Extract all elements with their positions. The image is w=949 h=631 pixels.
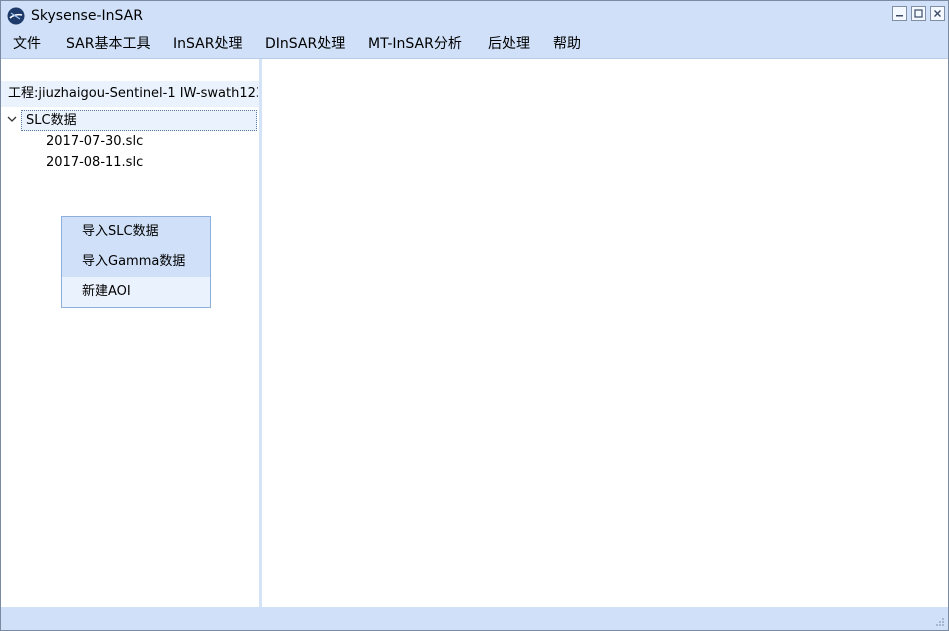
project-tree-panel: 工程:jiuzhaigou-Sentinel-1 IW-swath123 SLC…: [1, 59, 259, 607]
maximize-icon: [914, 9, 923, 18]
menu-dinsar[interactable]: DInSAR处理: [265, 35, 345, 53]
tree-item-slc-file[interactable]: 2017-07-30.slc: [46, 133, 143, 150]
main-workspace: [262, 59, 948, 607]
window-title: Skysense-InSAR: [31, 8, 143, 24]
project-label[interactable]: 工程:jiuzhaigou-Sentinel-1 IW-swath123: [8, 85, 258, 103]
app-window: Skysense-InSAR 文件 SAR基本工具 InSAR处理 DInSAR…: [0, 0, 949, 631]
menu-insar[interactable]: InSAR处理: [173, 35, 242, 53]
menu-bar: 文件 SAR基本工具 InSAR处理 DInSAR处理 MT-InSAR分析 后…: [1, 29, 948, 59]
menu-sar-tools[interactable]: SAR基本工具: [66, 35, 150, 53]
tree-node-label: SLC数据: [26, 113, 77, 128]
minimize-button[interactable]: [892, 6, 907, 21]
menu-postprocess[interactable]: 后处理: [488, 35, 530, 53]
chevron-down-icon[interactable]: [7, 114, 17, 124]
menu-item-label: 新建AOI: [82, 284, 131, 299]
tree-item-slc-file[interactable]: 2017-08-11.slc: [46, 154, 143, 171]
maximize-button[interactable]: [911, 6, 926, 21]
close-button[interactable]: [930, 6, 945, 21]
menu-mt-insar[interactable]: MT-InSAR分析: [368, 35, 462, 53]
tree-node-slc-data[interactable]: SLC数据: [21, 110, 257, 131]
app-logo-icon: [7, 7, 25, 25]
status-bar: [1, 607, 948, 630]
menu-file[interactable]: 文件: [13, 35, 41, 53]
minimize-icon: [896, 15, 903, 17]
menu-help[interactable]: 帮助: [553, 35, 581, 53]
close-icon: [934, 10, 941, 17]
menu-item-label: 导入Gamma数据: [82, 254, 186, 269]
menu-item-import-gamma[interactable]: 导入Gamma数据: [62, 247, 210, 277]
menu-item-import-slc[interactable]: 导入SLC数据: [62, 217, 210, 247]
menu-item-label: 导入SLC数据: [82, 224, 159, 239]
menu-item-new-aoi[interactable]: 新建AOI: [62, 277, 210, 307]
context-menu: 导入SLC数据 导入Gamma数据 新建AOI: [61, 216, 211, 308]
title-bar[interactable]: Skysense-InSAR: [1, 1, 948, 29]
resize-grip-icon[interactable]: [935, 617, 945, 627]
